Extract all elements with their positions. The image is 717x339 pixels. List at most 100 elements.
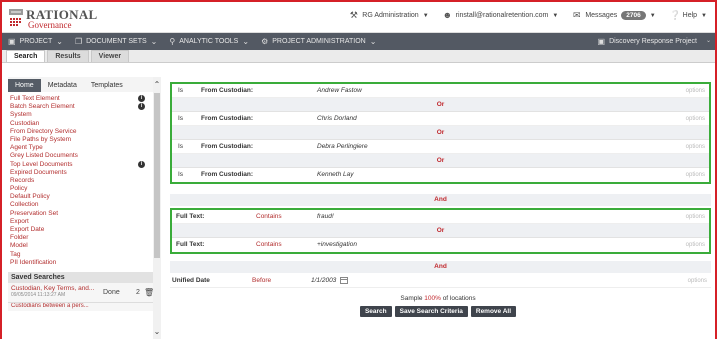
field-item[interactable]: Grey Listed Documents: [10, 152, 151, 160]
scroll-down-icon[interactable]: ⌄: [153, 327, 161, 336]
messages-count-badge: 2706: [621, 11, 646, 20]
search-button[interactable]: Search: [359, 306, 392, 317]
field-item[interactable]: Tag: [10, 251, 151, 259]
trash-icon[interactable]: 🗑: [144, 288, 153, 297]
tab-viewer[interactable]: Viewer: [90, 50, 130, 62]
subtab-metadata[interactable]: Metadata: [41, 79, 84, 92]
options-link[interactable]: options: [686, 238, 705, 252]
field-item[interactable]: Expired Documents: [10, 169, 151, 177]
criteria-value: Andrew Fastow: [317, 87, 362, 94]
criteria-operator: Is: [178, 115, 184, 122]
nav-analytic-tools[interactable]: ⚲ ANALYTIC TOOLS ⌄: [163, 33, 255, 50]
calendar-icon[interactable]: [340, 276, 349, 284]
scroll-up-icon[interactable]: ⌃: [153, 80, 161, 89]
saved-search-item[interactable]: Custodian, Key Terms, and... 09/05/2014 …: [8, 282, 153, 303]
info-icon[interactable]: i: [138, 95, 145, 102]
options-link[interactable]: options: [686, 112, 705, 126]
criteria-row[interactable]: Is From Custodian: Kenneth Lay options: [172, 168, 709, 182]
help-menu[interactable]: ❔ Help ▼: [670, 11, 707, 20]
scrollbar-thumb[interactable]: [154, 93, 160, 258]
info-icon[interactable]: i: [138, 160, 145, 168]
user-menu[interactable]: ☻ rinstall@rationalretention.com ▼: [443, 11, 559, 20]
field-item[interactable]: Policy: [10, 185, 151, 193]
tab-search[interactable]: Search: [6, 50, 46, 62]
top-header: RATIONAL Governance ⚒ RG Administration …: [2, 2, 715, 33]
action-buttons: Search Save Search Criteria Remove All: [163, 306, 713, 317]
criteria-operator: Contains: [256, 241, 282, 248]
sample-percentage[interactable]: 100%: [424, 295, 441, 302]
options-link[interactable]: options: [686, 168, 705, 182]
field-item[interactable]: From Directory Service: [10, 128, 151, 136]
options-link[interactable]: options: [686, 84, 705, 98]
field-item[interactable]: Preservation Set: [10, 210, 151, 218]
options-link[interactable]: options: [688, 274, 707, 288]
criteria-row[interactable]: Full Text: Contains +investigation optio…: [172, 238, 709, 252]
options-link[interactable]: options: [686, 210, 705, 224]
criteria-row[interactable]: Full Text: Contains fraud! options: [172, 210, 709, 224]
documents-icon: ❐: [74, 37, 83, 46]
options-link[interactable]: options: [686, 140, 705, 154]
current-project[interactable]: ▣ Discovery Response Project: [598, 33, 698, 50]
admin-menu[interactable]: ⚒ RG Administration ▼: [349, 10, 429, 20]
field-item[interactable]: Batch Search Element i: [10, 103, 151, 111]
nav-project[interactable]: ▣ PROJECT ⌄: [2, 33, 69, 50]
and-connector: And: [170, 194, 711, 206]
brand-logo[interactable]: RATIONAL Governance: [8, 7, 97, 31]
user-icon: ☻: [442, 10, 453, 20]
field-item[interactable]: Custodian: [10, 120, 151, 128]
criteria-row[interactable]: Unified Date Before 1/1/2003 options: [170, 274, 711, 288]
field-item[interactable]: Export Date: [10, 226, 151, 234]
caret-down-icon: ▼: [701, 12, 707, 19]
left-panel-scrollbar[interactable]: ⌃ ⌄: [153, 77, 161, 339]
logo-mark-icon: [9, 9, 23, 26]
field-item[interactable]: Records: [10, 177, 151, 185]
wrench-icon: ⚒: [349, 10, 358, 20]
sample-text: Sample 100% of locations: [163, 295, 713, 302]
or-connector: Or: [172, 154, 709, 168]
saved-searches-heading: Saved Searches: [8, 271, 153, 283]
remove-all-button[interactable]: Remove All: [470, 306, 517, 317]
info-icon[interactable]: i: [138, 103, 145, 111]
field-item[interactable]: Folder: [10, 234, 151, 242]
field-item[interactable]: PII Identification: [10, 259, 151, 267]
field-label: Full Text Element: [10, 95, 60, 102]
chevron-down-icon: ⌄: [56, 37, 63, 46]
messages-menu[interactable]: ✉ Messages 2706 ▼: [572, 11, 656, 20]
field-item[interactable]: Collection: [10, 201, 151, 209]
criteria-row[interactable]: Is From Custodian: Chris Dorland options: [172, 112, 709, 126]
sample-suffix: of locations: [440, 295, 476, 302]
subtab-home[interactable]: Home: [8, 79, 41, 92]
chevron-down-icon: ⌄: [150, 37, 158, 46]
or-connector: Or: [172, 98, 709, 112]
main-nav: ▣ PROJECT ⌄ ❐ DOCUMENT SETS ⌄ ⚲ ANALYTIC…: [2, 33, 715, 50]
saved-search-item[interactable]: Custodians between a pers...: [8, 302, 153, 311]
subtab-templates[interactable]: Templates: [84, 79, 130, 92]
field-item[interactable]: Top Level Documents i: [10, 160, 151, 169]
field-label: Top Level Documents: [10, 160, 73, 168]
chevron-down-icon: ⌄: [242, 37, 250, 46]
current-project-name: Discovery Response Project: [609, 38, 697, 45]
field-item[interactable]: Default Policy: [10, 193, 151, 201]
tab-results[interactable]: Results: [47, 50, 89, 62]
field-item[interactable]: System: [10, 111, 151, 119]
criteria-value: Debra Perlingiere: [317, 143, 368, 150]
field-item[interactable]: Agent Type: [10, 144, 151, 152]
nav-project-administration[interactable]: ⚙ PROJECT ADMINISTRATION ⌄: [255, 33, 382, 50]
save-search-criteria-button[interactable]: Save Search Criteria: [394, 306, 468, 317]
criteria-row[interactable]: Is From Custodian: Debra Perlingiere opt…: [172, 140, 709, 154]
or-connector: Or: [172, 126, 709, 140]
criteria-operator: Is: [178, 171, 184, 178]
nav-document-sets[interactable]: ❐ DOCUMENT SETS ⌄: [69, 33, 163, 50]
criteria-field: From Custodian:: [201, 171, 253, 178]
field-item[interactable]: Export: [10, 218, 151, 226]
field-item[interactable]: Model: [10, 242, 151, 250]
search-fields-panel: Home Metadata Templates Full Text Elemen…: [8, 77, 153, 339]
criteria-operator: Is: [178, 143, 184, 150]
field-item[interactable]: Full Text Element i: [10, 95, 151, 103]
criteria-field: From Custodian:: [201, 115, 253, 122]
criteria-row[interactable]: Is From Custodian: Andrew Fastow options: [172, 84, 709, 98]
view-tabs: Search Results Viewer: [2, 50, 715, 63]
chevron-down-icon[interactable]: ⌄: [706, 37, 711, 44]
field-item[interactable]: File Paths by System: [10, 136, 151, 144]
saved-search-name[interactable]: Custodian, Key Terms, and...: [11, 285, 150, 292]
